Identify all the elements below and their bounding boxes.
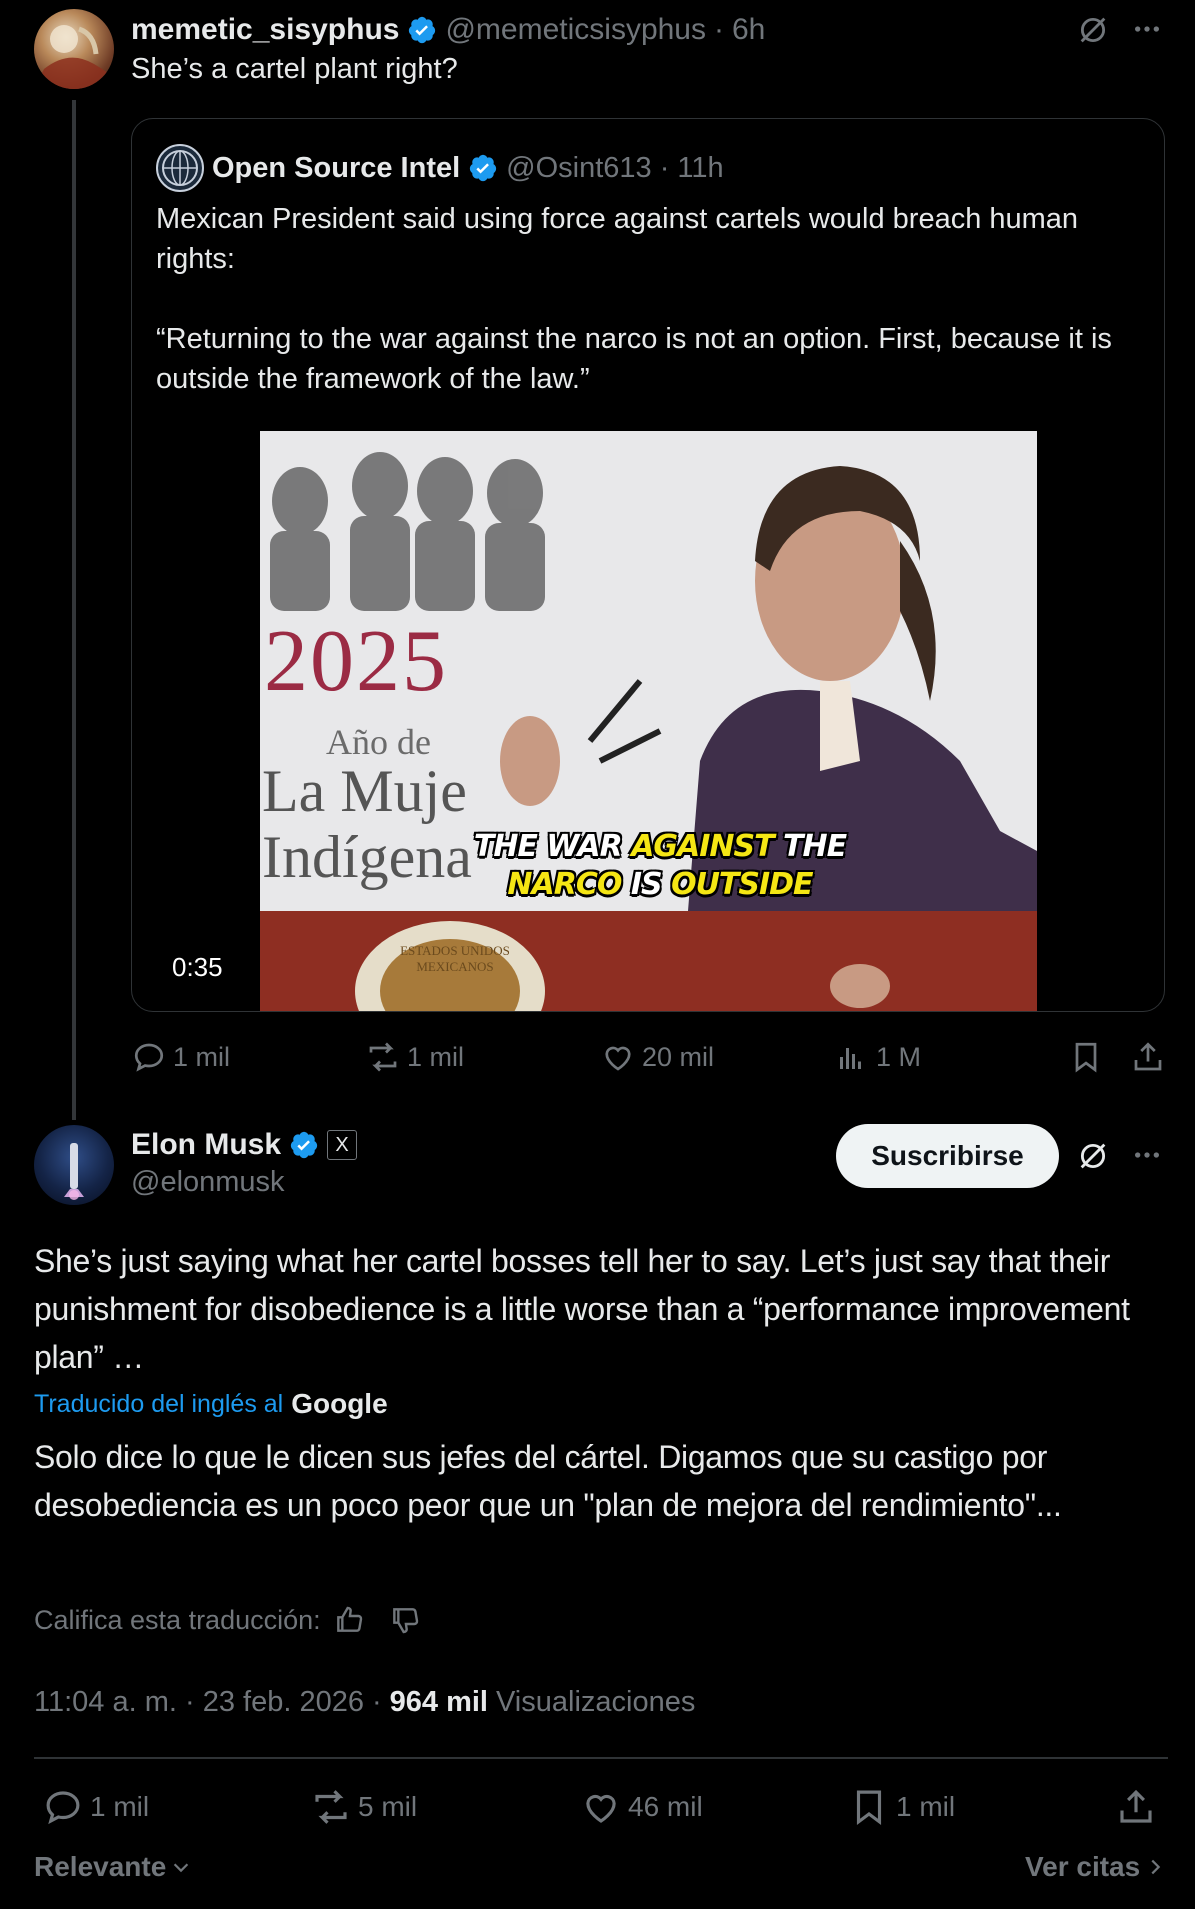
verified-badge-icon (409, 16, 436, 44)
banner-line3: Indígena (262, 824, 472, 890)
caption-word: NARCO (507, 867, 622, 902)
like-count: 46 mil (628, 1791, 703, 1822)
meta-dot: · (371, 1686, 382, 1718)
repost-icon (315, 1790, 347, 1824)
reply-handle[interactable]: @memeticsisyphus (445, 13, 706, 47)
reply-header: memetic_sisyphus @memeticsisyphus · 6h (131, 8, 765, 52)
repost-count: 5 mil (358, 1791, 418, 1822)
quote-dot: · (659, 151, 670, 184)
translation-attribution: Traducido del inglés al Google (34, 1388, 388, 1420)
reply-time[interactable]: 6h (732, 13, 765, 47)
seal-text: ESTADOS UNIDOS MEXICANOS (400, 943, 510, 974)
caption-word: IS (630, 867, 663, 902)
views-label: Visualizaciones (495, 1686, 696, 1718)
translated-text: Solo dice lo que le dicen sus jefes del … (34, 1439, 1062, 1523)
bookmark-icon (1075, 1042, 1097, 1073)
like-button[interactable]: 20 mil (600, 1039, 714, 1075)
share-button[interactable] (1115, 1786, 1157, 1828)
share-button[interactable] (1130, 1039, 1166, 1075)
quote-text-2: “Returning to the war against the narco … (156, 323, 1112, 395)
main-text: She’s just saying what her cartel bosses… (34, 1243, 1130, 1375)
views-icon (840, 1048, 861, 1069)
banner-year: 2025 (264, 613, 448, 710)
caption-word: THE (783, 829, 847, 864)
repost-icon (369, 1042, 397, 1072)
thread-line (72, 100, 76, 1120)
rate-translation: Califica esta traducción: (34, 1604, 421, 1636)
x-affiliate-badge[interactable]: X (327, 1130, 358, 1160)
views-button[interactable]: 1 M (834, 1039, 921, 1075)
bookmark-count: 1 mil (896, 1791, 956, 1822)
reply-icon (46, 1791, 80, 1825)
reply-icon (134, 1043, 164, 1072)
like-count: 20 mil (642, 1041, 715, 1072)
bookmark-button[interactable] (1068, 1039, 1104, 1075)
repost-button[interactable]: 5 mil (310, 1786, 417, 1828)
reply-button[interactable]: 1 mil (42, 1786, 149, 1828)
caption-word: OUTSIDE (671, 867, 813, 902)
main-handle[interactable]: @elonmusk (131, 1166, 285, 1199)
tweet-timestamp[interactable]: 11:04 a. m. · 23 feb. 2026 (34, 1686, 364, 1719)
translated-label[interactable]: Traducido del inglés al (34, 1390, 283, 1419)
chevron-right-icon (1151, 1859, 1161, 1875)
more-options-icon[interactable] (1131, 1140, 1167, 1170)
rate-label: Califica esta traducción: (34, 1604, 321, 1635)
repost-count: 1 mil (407, 1041, 465, 1072)
like-button[interactable]: 46 mil (580, 1786, 703, 1828)
caption-word: AGAINST (631, 829, 774, 864)
main-display-name[interactable]: Elon Musk (131, 1128, 281, 1162)
divider (34, 1757, 1168, 1759)
caption-word: WAR (546, 829, 622, 864)
avatar-elon-musk[interactable] (34, 1125, 114, 1205)
reply-text: She’s a cartel plant right? (131, 53, 458, 85)
share-icon (1134, 1042, 1162, 1071)
views-count: 964 mil (389, 1686, 488, 1718)
view-quotes-link[interactable]: Ver citas (1025, 1851, 1166, 1883)
caption-word: THE (473, 829, 538, 864)
tweet-meta: 11:04 a. m. · 23 feb. 2026 · 964 mil Vis… (34, 1686, 695, 1719)
grok-icon[interactable] (1076, 12, 1112, 48)
banner-line2: La Muje (262, 758, 467, 824)
heart-icon (605, 1046, 631, 1071)
sort-label: Relevante (34, 1851, 167, 1882)
globe-logo-icon (162, 150, 198, 186)
quote-handle[interactable]: @Osint613 (506, 152, 652, 185)
reply-display-name[interactable]: memetic_sisyphus (131, 13, 399, 47)
avatar-art (64, 1143, 84, 1200)
quote-display-name[interactable]: Open Source Intel (212, 152, 460, 185)
video-duration: 0:35 (172, 952, 223, 982)
more-options-icon[interactable] (1131, 14, 1167, 44)
grok-icon[interactable] (1076, 1138, 1112, 1174)
quote-header: Open Source Intel @Osint613 · 11h (212, 146, 724, 190)
chevron-down-icon (174, 1863, 189, 1873)
quote-text-1: Mexican President said using force again… (156, 203, 1079, 275)
avatar-osint[interactable] (156, 144, 204, 192)
thumbs-down-icon[interactable] (389, 1604, 421, 1636)
repost-button[interactable]: 1 mil (365, 1039, 464, 1075)
sort-dropdown[interactable]: Relevante (34, 1851, 192, 1883)
bookmark-icon (856, 1790, 882, 1826)
google-logo: Google (291, 1388, 388, 1419)
reply-button[interactable]: 1 mil (131, 1039, 230, 1075)
video-caption: THE WAR AGAINST THE NARCO IS OUTSIDE (470, 828, 850, 904)
heart-icon (586, 1794, 616, 1823)
thumbs-up-icon[interactable] (333, 1604, 365, 1636)
main-header: Elon Musk X (131, 1125, 358, 1165)
video-player[interactable]: 2025 Año de La Muje Indígena ESTADOS UNI… (260, 431, 1037, 1011)
reply-dot: · (714, 13, 724, 46)
subscribe-button[interactable]: Suscribirse (836, 1124, 1059, 1188)
share-icon (1120, 1789, 1152, 1823)
reply-count: 1 mil (90, 1791, 150, 1822)
reply-count: 1 mil (173, 1041, 231, 1072)
avatar-memetic-sisyphus[interactable] (34, 9, 114, 89)
verified-badge-icon (290, 1131, 318, 1159)
quote-time[interactable]: 11h (677, 152, 723, 185)
bookmark-button[interactable]: 1 mil (848, 1786, 955, 1828)
views-count: 1 M (876, 1041, 922, 1072)
quotes-label: Ver citas (1025, 1851, 1141, 1882)
verified-badge-icon (470, 154, 497, 182)
avatar-art (34, 25, 114, 89)
